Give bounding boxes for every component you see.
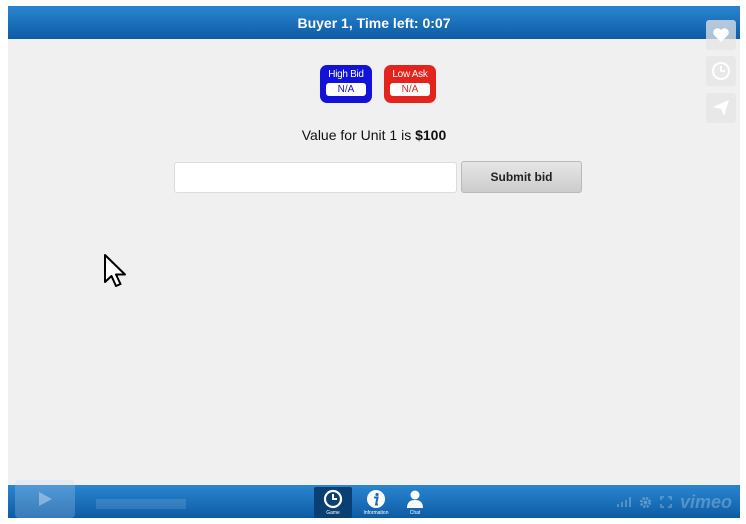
video-progress-bar[interactable] xyxy=(96,499,186,509)
low-ask-badge: Low Ask N/A xyxy=(384,65,436,103)
market-badges: High Bid N/A Low Ask N/A xyxy=(320,65,436,103)
high-bid-badge: High Bid N/A xyxy=(320,65,372,103)
nav-item-information[interactable]: Information xyxy=(356,487,396,518)
player-controls: vimeo xyxy=(616,488,732,516)
unit-value-prefix: Value for Unit 1 is xyxy=(301,127,416,143)
nav-label-game: Game xyxy=(326,510,340,516)
vimeo-logo[interactable]: vimeo xyxy=(680,492,732,513)
unit-value-amount: $100 xyxy=(415,127,447,143)
play-button[interactable] xyxy=(15,480,75,518)
heart-icon xyxy=(713,28,729,42)
submit-bid-button[interactable]: Submit bid xyxy=(461,161,582,193)
paper-plane-icon xyxy=(713,100,729,116)
nav-item-chat[interactable]: Chat xyxy=(400,487,430,518)
mouse-cursor-icon xyxy=(104,254,126,287)
nav-label-chat: Chat xyxy=(409,510,421,516)
unit-value-text: Value for Unit 1 is $100 xyxy=(8,127,740,143)
like-button[interactable] xyxy=(706,20,736,50)
title-bar: Buyer 1, Time left: 0:07 xyxy=(8,6,740,39)
clock-icon xyxy=(712,62,730,80)
low-ask-value: N/A xyxy=(390,83,430,96)
bid-input[interactable] xyxy=(174,162,457,193)
game-window: Buyer 1, Time left: 0:07 High Bid N/A Lo… xyxy=(8,6,740,518)
user-icon xyxy=(407,490,423,508)
gear-icon[interactable] xyxy=(639,496,652,509)
nav-item-game[interactable]: Game xyxy=(314,487,352,518)
high-bid-value: N/A xyxy=(326,83,366,96)
volume-icon[interactable] xyxy=(616,497,631,507)
clock-icon xyxy=(323,489,343,509)
watch-later-button[interactable] xyxy=(706,56,736,86)
play-icon xyxy=(39,492,52,506)
fullscreen-icon[interactable] xyxy=(660,496,672,508)
info-icon xyxy=(367,490,385,508)
nav-label-information: Information xyxy=(363,510,389,516)
high-bid-label: High Bid xyxy=(328,69,364,80)
bottom-nav: Game Information Chat xyxy=(314,487,430,518)
low-ask-label: Low Ask xyxy=(392,69,428,80)
page-title: Buyer 1, Time left: 0:07 xyxy=(297,14,451,31)
submit-bid-label: Submit bid xyxy=(490,170,553,184)
share-button[interactable] xyxy=(706,93,736,123)
